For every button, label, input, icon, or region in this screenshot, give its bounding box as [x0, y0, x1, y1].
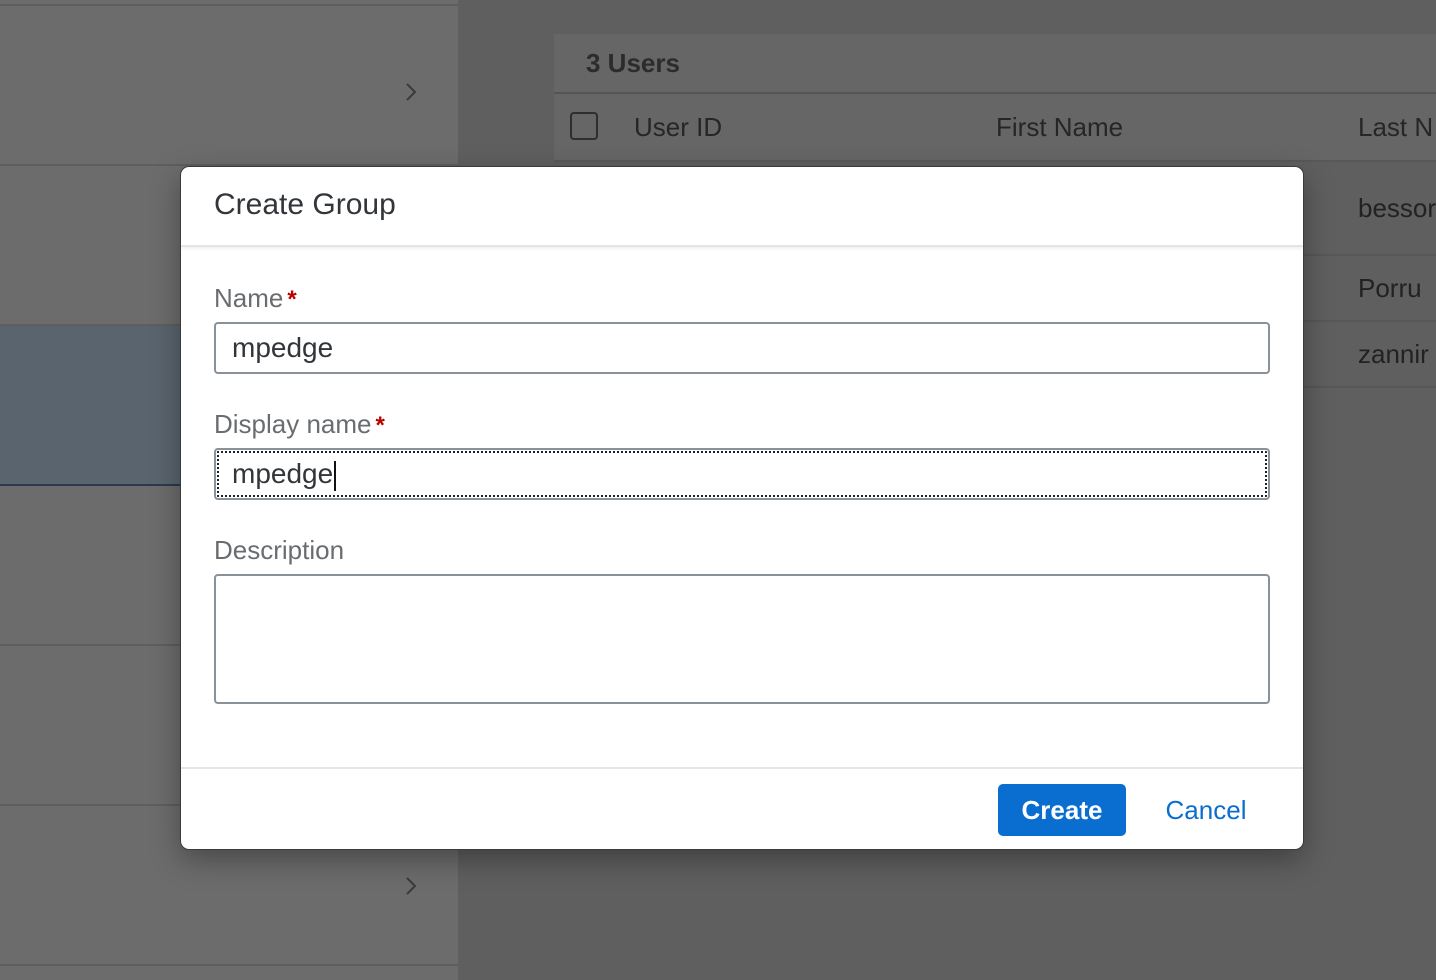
dialog-header: Create Group [181, 167, 1303, 247]
cell-last-name: Porru [1358, 273, 1422, 303]
column-header-first-name[interactable]: First Name [996, 94, 1123, 160]
name-input[interactable]: mpedge [214, 322, 1270, 374]
column-header-user-id[interactable]: User ID [634, 94, 722, 160]
users-table-header: User ID First Name Last N [554, 94, 1436, 162]
users-table-title: 3 Users [554, 34, 1436, 94]
create-group-dialog: Create Group Name * mpedge Display name * … [181, 167, 1303, 849]
cell-last-name: zannir [1358, 339, 1429, 369]
list-item[interactable] [0, 6, 458, 166]
cancel-button[interactable]: Cancel [1147, 784, 1265, 836]
display-name-input[interactable]: mpedge [214, 448, 1270, 500]
chevron-right-icon [404, 874, 420, 898]
name-label-text: Name [214, 283, 284, 313]
required-indicator: * [375, 412, 385, 439]
display-name-label: Display name * [214, 409, 385, 440]
text-caret [334, 460, 337, 491]
description-label: Description [214, 535, 344, 566]
description-label-text: Description [214, 535, 345, 565]
select-all-checkbox[interactable] [570, 112, 598, 140]
display-name-input-value: mpedge [232, 458, 334, 489]
column-header-last-name[interactable]: Last N [1358, 94, 1433, 160]
description-textarea[interactable] [214, 574, 1270, 704]
name-input-value: mpedge [232, 332, 334, 363]
chevron-right-icon [404, 80, 420, 104]
dialog-title: Create Group [214, 188, 396, 221]
display-name-label-text: Display name [214, 409, 372, 439]
required-indicator: * [287, 286, 297, 313]
name-label: Name * [214, 283, 297, 314]
create-button[interactable]: Create [998, 784, 1126, 836]
dialog-footer: Create Cancel [181, 767, 1303, 849]
cell-last-name: bessor [1358, 193, 1436, 223]
